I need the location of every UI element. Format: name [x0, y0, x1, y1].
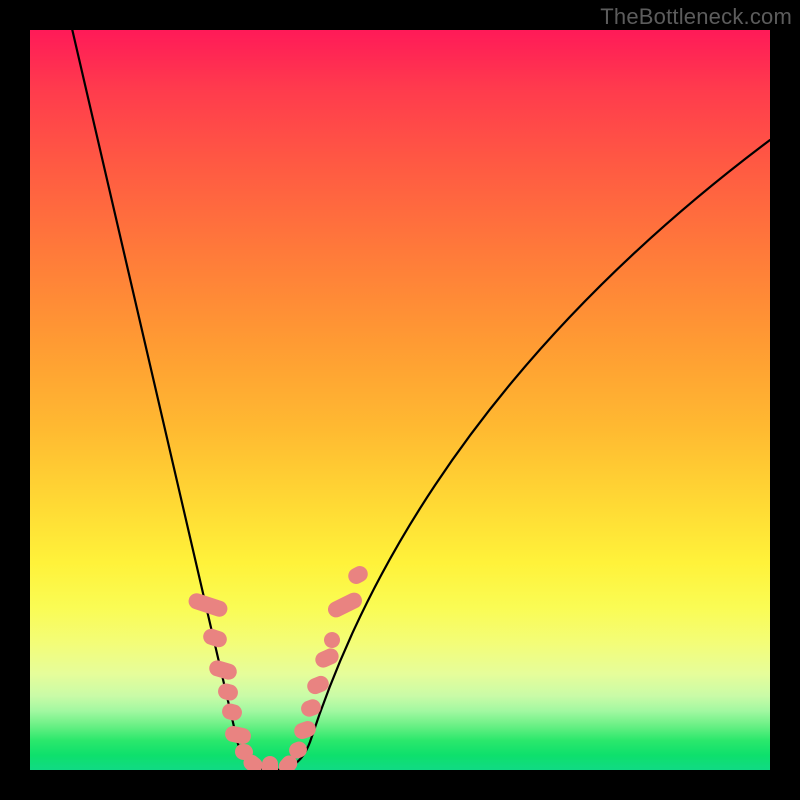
bottleneck-curve — [70, 30, 770, 770]
data-marker — [292, 719, 318, 742]
data-marker — [262, 756, 278, 770]
curve-layer — [30, 30, 770, 770]
watermark-text: TheBottleneck.com — [600, 4, 792, 30]
data-marker — [345, 563, 370, 587]
data-marker — [207, 658, 238, 681]
plot-area — [30, 30, 770, 770]
data-marker — [201, 627, 229, 650]
data-marker — [321, 629, 342, 650]
data-marker — [220, 702, 243, 722]
data-marker — [216, 682, 239, 703]
data-marker — [325, 590, 364, 620]
chart-frame: TheBottleneck.com — [0, 0, 800, 800]
data-marker — [224, 724, 253, 745]
data-markers — [187, 563, 371, 770]
